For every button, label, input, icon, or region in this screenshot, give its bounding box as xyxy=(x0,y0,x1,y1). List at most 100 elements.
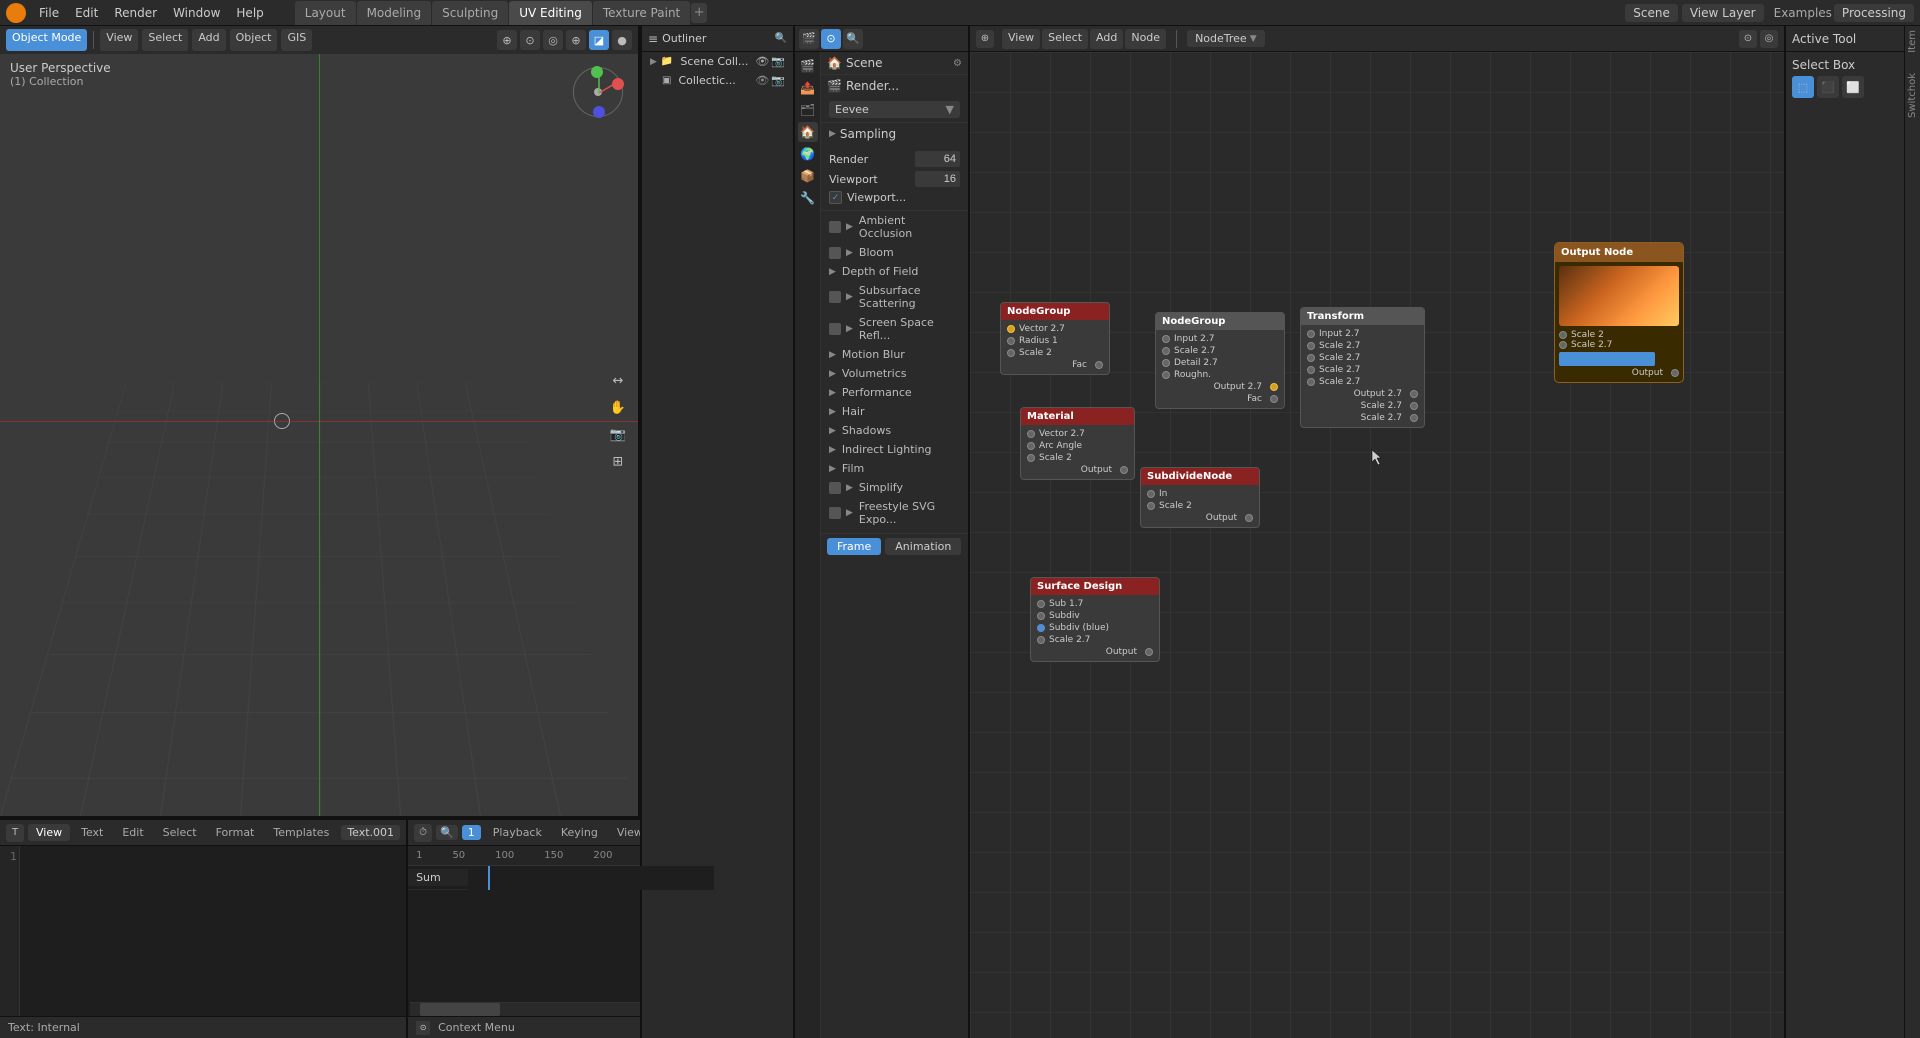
obj-eye-icon[interactable]: 👁 xyxy=(755,74,769,87)
timeline-search[interactable]: 🔍 xyxy=(436,825,458,840)
ambient-occlusion-section[interactable]: ▶ Ambient Occlusion xyxy=(821,211,968,243)
scene-settings-icon[interactable]: ⚙ xyxy=(953,58,962,69)
rotate-tool[interactable]: ↔ xyxy=(606,369,630,393)
menu-file[interactable]: File xyxy=(32,4,66,22)
viewport-shading-icon[interactable]: ◪ xyxy=(589,30,609,50)
dof-section[interactable]: ▶ Depth of Field xyxy=(821,262,968,281)
text-content[interactable] xyxy=(20,846,406,1016)
ssr-section[interactable]: ▶ Screen Space Refl... xyxy=(821,313,968,345)
motion-blur-section[interactable]: ▶ Motion Blur xyxy=(821,345,968,364)
tab-layout[interactable]: Layout xyxy=(295,1,356,25)
render-samples-input[interactable] xyxy=(915,151,960,167)
sampling-header[interactable]: ▶ Sampling xyxy=(821,123,968,145)
node-card-2[interactable]: Material Vector 2.7 Arc Angle Scale 2 Ou… xyxy=(1020,407,1135,480)
node-select-btn[interactable]: Select xyxy=(1042,29,1088,49)
scene-props-icon[interactable]: 🏠 xyxy=(798,122,818,142)
render-props-icon[interactable]: 🎬 xyxy=(798,56,818,76)
bloom-section[interactable]: ▶ Bloom xyxy=(821,243,968,262)
strip-item-label[interactable]: Item xyxy=(1907,30,1918,53)
render-preview-icon[interactable]: ● xyxy=(612,30,632,50)
node-card-1[interactable]: NodeGroup Vector 2.7 Radius 1 Scale 2 Fa… xyxy=(1000,302,1110,375)
node-node-btn[interactable]: Node xyxy=(1125,29,1166,49)
viewport-gizmo[interactable] xyxy=(568,62,628,122)
view-layer-selector[interactable]: View Layer xyxy=(1682,4,1764,22)
node-canvas[interactable]: Ever_Base NodeGroup Vector 2.7 Radius 1 … xyxy=(970,52,1784,1038)
menu-render[interactable]: Render xyxy=(107,4,164,22)
menu-edit[interactable]: Edit xyxy=(68,4,105,22)
node-card-4[interactable]: SubdivideNode In Scale 2 Output xyxy=(1140,467,1260,528)
strip-switchok-label[interactable]: Switchok xyxy=(1907,73,1918,118)
object-btn[interactable]: Object xyxy=(230,29,278,51)
object-props-icon[interactable]: 📦 xyxy=(798,166,818,186)
prop-icon-search[interactable]: 🔍 xyxy=(843,29,863,49)
select-btn[interactable]: Select xyxy=(142,29,188,51)
object-mode-btn[interactable]: Object Mode xyxy=(6,29,87,51)
shadows-section[interactable]: ▶ Shadows xyxy=(821,421,968,440)
menu-window[interactable]: Window xyxy=(166,4,227,22)
timeline-track[interactable] xyxy=(468,866,714,890)
text-editor-view-btn[interactable]: View xyxy=(28,824,70,841)
scene-collection-item[interactable]: ▶ 📁 Scene Coll... 👁 📷 xyxy=(642,52,793,71)
select-lasso-icon[interactable]: ⬜ xyxy=(1842,76,1864,98)
film-section[interactable]: ▶ Film xyxy=(821,459,968,478)
app-logo[interactable] xyxy=(6,3,26,23)
modifier-props-icon[interactable]: 🔧 xyxy=(798,188,818,208)
indirect-lighting-section[interactable]: ▶ Indirect Lighting xyxy=(821,440,968,459)
menu-help[interactable]: Help xyxy=(229,4,270,22)
tab-modeling[interactable]: Modeling xyxy=(357,1,432,25)
performance-section[interactable]: ▶ Performance xyxy=(821,383,968,402)
node-big-output[interactable]: Output Node Scale 2 Scale 2.7 Output xyxy=(1554,242,1684,383)
select-box-icon[interactable]: ⬚ xyxy=(1792,76,1814,98)
proportional-edit-icon[interactable]: ◎ xyxy=(543,30,563,50)
context-menu-label[interactable]: Context Menu xyxy=(438,1021,515,1034)
camera-icon[interactable]: 📷 xyxy=(771,55,785,68)
obj-camera-icon[interactable]: 📷 xyxy=(771,74,785,87)
hair-section[interactable]: ▶ Hair xyxy=(821,402,968,421)
current-frame-input[interactable]: 1 xyxy=(462,825,481,840)
node-snap-icon[interactable]: ⊙ xyxy=(1739,30,1757,48)
snap-icon[interactable]: ⊙ xyxy=(520,30,540,50)
select-fill-icon[interactable]: ⬛ xyxy=(1817,76,1839,98)
animation-tab[interactable]: Animation xyxy=(885,538,961,555)
text-file-name[interactable]: Text.001 xyxy=(341,825,400,840)
tab-uv-editing[interactable]: UV Editing xyxy=(509,1,592,25)
timeline-keying-btn[interactable]: Keying xyxy=(553,824,606,841)
timeline-type-icon[interactable]: ⏱ xyxy=(414,824,432,842)
render-engine-dropdown[interactable]: Eevee ▼ xyxy=(829,101,960,118)
node-editor[interactable]: ⊕ View Select Add Node NodeTree ▼ ⊙ ◎ Ev… xyxy=(970,26,1784,1038)
move-tool[interactable]: ✋ xyxy=(606,396,630,420)
node-editor-type-icon[interactable]: ⊕ xyxy=(976,30,994,48)
text-editor-type-icon[interactable]: T xyxy=(6,824,24,842)
text-editor-templates-btn[interactable]: Templates xyxy=(265,824,337,841)
tab-texture-paint[interactable]: Texture Paint xyxy=(593,1,690,25)
render-section-header[interactable]: 🎬 Render... xyxy=(821,75,968,97)
node-tree-selector[interactable]: NodeTree ▼ xyxy=(1187,30,1265,47)
gis-btn[interactable]: GIS xyxy=(281,29,312,51)
node-overlay-icon[interactable]: ◎ xyxy=(1760,30,1778,48)
node-add-btn[interactable]: Add xyxy=(1090,29,1123,49)
prop-icon-render[interactable]: 🎬 xyxy=(799,29,819,49)
text-editor-format-btn[interactable]: Format xyxy=(208,824,263,841)
scene-object-item[interactable]: ▣ Collectic... 👁 📷 xyxy=(642,71,793,90)
volumetrics-section[interactable]: ▶ Volumetrics xyxy=(821,364,968,383)
simplify-section[interactable]: ▶ Simplify xyxy=(821,478,968,497)
view-btn[interactable]: View xyxy=(100,29,138,51)
output-props-icon[interactable]: 📤 xyxy=(798,78,818,98)
node-card-6[interactable]: Surface Design Sub 1.7 Subdiv Subdiv (bl… xyxy=(1030,577,1160,662)
scene-selector[interactable]: Scene xyxy=(1625,4,1678,22)
viewport-3d[interactable]: Object Mode View Select Add Object GIS ⊕… xyxy=(0,26,638,818)
frame-tab[interactable]: Frame xyxy=(827,538,881,555)
view-layer-props-icon[interactable]: 🗂 xyxy=(798,100,818,120)
viewport-denoise-checkbox[interactable] xyxy=(829,191,842,204)
node-view-btn[interactable]: View xyxy=(1002,29,1040,49)
outliner-filter-icon[interactable]: 🔍 xyxy=(775,33,787,44)
node-card-5[interactable]: Transform Input 2.7 Scale 2.7 Scale 2.7 … xyxy=(1300,307,1425,428)
timeline-playback-btn[interactable]: Playback xyxy=(485,824,550,841)
text-editor-select-btn[interactable]: Select xyxy=(155,824,205,841)
visibility-icon[interactable]: 👁 xyxy=(755,55,769,68)
text-editor-edit-btn[interactable]: Edit xyxy=(114,824,151,841)
camera-tool[interactable]: 📷 xyxy=(606,423,630,447)
tab-sculpting[interactable]: Sculpting xyxy=(432,1,508,25)
grid-tool[interactable]: ⊞ xyxy=(606,450,630,474)
node-card-3[interactable]: NodeGroup Input 2.7 Scale 2.7 Detail 2.7… xyxy=(1155,312,1285,409)
